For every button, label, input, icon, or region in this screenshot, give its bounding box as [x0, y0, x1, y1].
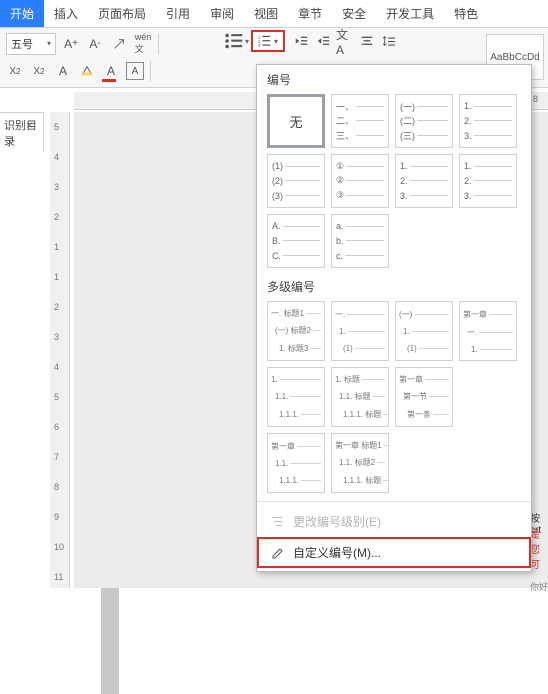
numbering-option[interactable]: (1)(2)(3)	[267, 154, 325, 208]
numbering-option[interactable]: A.B.C.	[267, 214, 325, 268]
decrease-indent-icon[interactable]	[292, 32, 310, 50]
numbering-section-header: 编号	[257, 65, 531, 90]
subscript-icon[interactable]: X2	[30, 62, 48, 80]
ruler-tick: 2	[54, 302, 59, 312]
ruler-tick: 9	[54, 512, 59, 522]
numbered-list-button[interactable]: 123 ▾	[251, 30, 285, 52]
change-level-label: 更改编号级别(E)	[293, 513, 381, 530]
change-level-item: 更改编号级别(E)	[257, 506, 531, 537]
bullet-list-button[interactable]: ▾	[222, 30, 250, 52]
multilevel-option[interactable]: (一)1.(1)	[395, 301, 453, 361]
multilevel-option[interactable]: 一.1.(1)	[331, 301, 389, 361]
line-spacing-icon[interactable]	[380, 32, 398, 50]
tab-start[interactable]: 开始	[0, 0, 44, 27]
font-size-value: 五号	[11, 36, 33, 52]
numbering-option[interactable]: 1.2.3.	[459, 154, 517, 208]
multilevel-option[interactable]: 第一章1.1.1.1.1.	[267, 433, 325, 493]
tab-reference[interactable]: 引用	[156, 0, 200, 27]
ruler-tick: 7	[54, 452, 59, 462]
decrease-font-icon[interactable]: A-	[86, 35, 104, 53]
numbering-grid: 无一、二、三、(一)(二)(三)1.2.3.(1)(2)(3)①②③1.2.3.…	[257, 90, 531, 272]
ruler-tick: 3	[54, 332, 59, 342]
ruler-tick: 1	[54, 242, 59, 252]
numbering-option[interactable]: 1.2.3.	[395, 154, 453, 208]
text-direction-icon[interactable]: 文A	[336, 32, 354, 50]
align-icon[interactable]	[358, 32, 376, 50]
ruler-tick: 10	[54, 542, 64, 552]
pencil-icon	[271, 546, 285, 560]
font-effect-icon[interactable]: A	[54, 62, 72, 80]
ruler-vertical: 543211234567891011	[50, 112, 70, 588]
ruler-tick: 4	[54, 152, 59, 162]
customize-numbering-label: 自定义编号(M)...	[293, 544, 381, 561]
ruler-tick: 1	[54, 272, 59, 282]
numbering-option[interactable]: 无	[267, 94, 325, 148]
ruler-tick: 11	[54, 572, 63, 582]
multilevel-option[interactable]: 1.1.1.1.1.1.	[267, 367, 325, 427]
multilevel-section-header: 多级编号	[257, 272, 531, 297]
ruler-h-mark: 8	[533, 94, 538, 104]
multilevel-option[interactable]: 一. 标题1(一) 标题21. 标题3	[267, 301, 325, 361]
multilevel-option[interactable]: 第一章 标题11.1. 标题21.1.1. 标题	[331, 433, 389, 493]
numbering-option[interactable]: a.b.c.	[331, 214, 389, 268]
left-panel: 识别目录	[0, 112, 44, 152]
multilevel-option[interactable]: 1. 标题1.1. 标题1.1.1. 标题	[331, 367, 389, 427]
clear-format-icon[interactable]	[110, 35, 128, 53]
numbering-option[interactable]: ①②③	[331, 154, 389, 208]
multilevel-option[interactable]: 第一章第一节第一条	[395, 367, 453, 427]
svg-text:3: 3	[258, 43, 261, 48]
chevron-down-icon: ▾	[274, 37, 278, 46]
font-size-select[interactable]: 五号 ▾	[6, 33, 56, 55]
ruler-tick: 4	[54, 362, 59, 372]
tab-chapter[interactable]: 章节	[288, 0, 332, 27]
list-level-icon	[271, 515, 285, 529]
customize-numbering-item[interactable]: 自定义编号(M)...	[257, 537, 531, 568]
side-text-greet: 你好	[530, 580, 548, 593]
tab-security[interactable]: 安全	[332, 0, 376, 27]
tab-review[interactable]: 审阅	[200, 0, 244, 27]
tab-view[interactable]: 视图	[244, 0, 288, 27]
numbering-dropdown: 编号 无一、二、三、(一)(二)(三)1.2.3.(1)(2)(3)①②③1.2…	[256, 64, 532, 572]
ruler-tick: 2	[54, 212, 59, 222]
phonetic-icon[interactable]: wén文	[134, 35, 152, 53]
multilevel-grid: 一. 标题1(一) 标题21. 标题3一.1.(1)(一)1.(1)第一章一.1…	[257, 297, 531, 497]
tab-special[interactable]: 特色	[444, 0, 488, 27]
tab-devtools[interactable]: 开发工具	[376, 0, 444, 27]
highlight-icon[interactable]	[78, 62, 96, 80]
char-border-icon[interactable]: A	[126, 62, 144, 80]
ruler-tick: 5	[54, 392, 59, 402]
numbering-option[interactable]: 1.2.3.	[459, 94, 517, 148]
font-color-icon[interactable]: A	[102, 62, 120, 80]
tab-insert[interactable]: 插入	[44, 0, 88, 27]
side-text-warn: 是您可	[530, 526, 548, 571]
chevron-down-icon: ▾	[47, 39, 51, 48]
ruler-tick: 5	[54, 122, 59, 132]
increase-font-icon[interactable]: A+	[62, 35, 80, 53]
ruler-tick: 3	[54, 182, 59, 192]
multilevel-option[interactable]: 第一章一.1.	[459, 301, 517, 361]
chevron-down-icon: ▾	[245, 37, 249, 46]
tab-bar: 开始 插入 页面布局 引用 审阅 视图 章节 安全 开发工具 特色	[0, 0, 548, 28]
tab-layout[interactable]: 页面布局	[88, 0, 156, 27]
superscript-icon[interactable]: X2	[6, 62, 24, 80]
ruler-tick: 6	[54, 422, 59, 432]
numbering-option[interactable]: 一、二、三、	[331, 94, 389, 148]
numbering-option[interactable]: (一)(二)(三)	[395, 94, 453, 148]
increase-indent-icon[interactable]	[314, 32, 332, 50]
ruler-tick: 8	[54, 482, 59, 492]
left-panel-title: 识别目录	[4, 120, 37, 148]
